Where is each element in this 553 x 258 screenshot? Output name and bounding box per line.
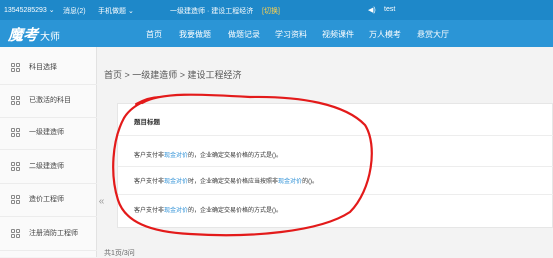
nav-materials[interactable]: 学习资料 [275,29,307,40]
question-item[interactable]: 客户支付非现金对价的，企业确定交易价格的方式是()。 [134,150,282,159]
audio-icon[interactable]: ◀) [368,6,376,14]
nav-videos[interactable]: 视频课件 [322,29,354,40]
nav-practice[interactable]: 我要做题 [179,29,211,40]
term-link[interactable]: 现金对价 [164,179,188,185]
sidebar-item-label: 二级建造师 [29,163,64,170]
user-phone-menu[interactable]: 13545285293 ⌄ [4,6,55,14]
term-link[interactable]: 现金对价 [164,153,188,159]
divider [118,194,553,195]
site-logo[interactable]: 魔考 大师 [8,24,60,45]
logo-text: 大师 [40,32,61,43]
audio-label: test [384,6,396,13]
switch-exam-link[interactable]: [切换] [262,6,280,16]
sidebar-item-activated[interactable]: 已激活的科目 [0,83,97,118]
grid-icon [11,95,20,105]
question-item[interactable]: 客户支付非现金对价时，企业确定交易价格应当按照非现金对价的()。 [134,176,318,185]
sidebar-item-cost-engineer[interactable]: 造价工程师 [0,182,97,217]
sidebar-item-label: 一级建造师 [29,129,64,136]
sidebar-item-label: 注册消防工程师 [29,230,78,237]
current-exam-label: 一级建造师 · 建设工程经济 [170,8,254,15]
grid-icon [11,161,20,171]
question-text: 的，企业确定交易价格的方式是()。 [188,153,283,159]
question-text: 客户支付非 [134,208,165,214]
sidebar-item-subject-select[interactable]: 科目选择 [0,50,97,85]
grid-icon [11,194,20,204]
sidebar-item-label: 科目选择 [29,64,57,71]
sidebar-collapse-button[interactable]: « [97,192,106,214]
card-title: 题目标题 [134,119,160,126]
sidebar: 科目选择 已激活的科目 一级建造师 二级建造师 造价工程师 注册消防工程师 [0,47,97,257]
grid-icon [11,228,20,238]
divider [118,166,553,167]
sidebar-item-fire-engineer[interactable]: 注册消防工程师 [0,216,97,251]
sidebar-item-second-class-constructor[interactable]: 二级建造师 [0,149,97,184]
question-text: 客户支付非 [134,179,165,185]
question-item[interactable]: 客户支付非现金对价的，企业确定交易价格的方式是()。 [134,205,282,214]
mobile-tiku-menu[interactable]: 手机做题 ⌄ [98,6,134,16]
question-text: 客户支付非 [134,153,165,159]
nav-home[interactable]: 首页 [146,29,162,40]
messages-link[interactable]: 消息(2) [63,6,86,16]
sidebar-item-first-class-constructor[interactable]: 一级建造师 [0,115,97,150]
question-list-card: 题目标题 客户支付非现金对价的，企业确定交易价格的方式是()。 客户支付非现金对… [117,103,553,228]
main-navbar: 魔考 大师 首页 我要做题 做题记录 学习资料 视频课件 万人模考 悬赏大厅 [0,20,553,47]
breadcrumb: 首页 > 一级建造师 > 建设工程经济 [104,70,242,80]
sidebar-item-label: 已激活的科目 [29,97,71,104]
sidebar-item-label: 造价工程师 [29,196,64,203]
term-link[interactable]: 现金对价 [164,208,188,214]
top-status-bar: 13545285293 ⌄ 消息(2) 手机做题 ⌄ 一级建造师 · 建设工程经… [0,0,553,20]
question-text: 的()。 [302,179,319,185]
grid-icon [11,127,20,137]
nav-bounty-hall[interactable]: 悬赏大厅 [417,29,449,40]
nav-mock-exam[interactable]: 万人模考 [369,29,401,40]
nav-history[interactable]: 做题记录 [228,29,260,40]
term-link[interactable]: 现金对价 [278,179,302,185]
divider [118,135,553,136]
grid-icon [11,62,20,72]
question-text: 的，企业确定交易价格的方式是()。 [188,208,283,214]
logo-mark: 魔考 [8,26,39,44]
question-text: 时，企业确定交易价格应当按照非 [188,179,279,185]
